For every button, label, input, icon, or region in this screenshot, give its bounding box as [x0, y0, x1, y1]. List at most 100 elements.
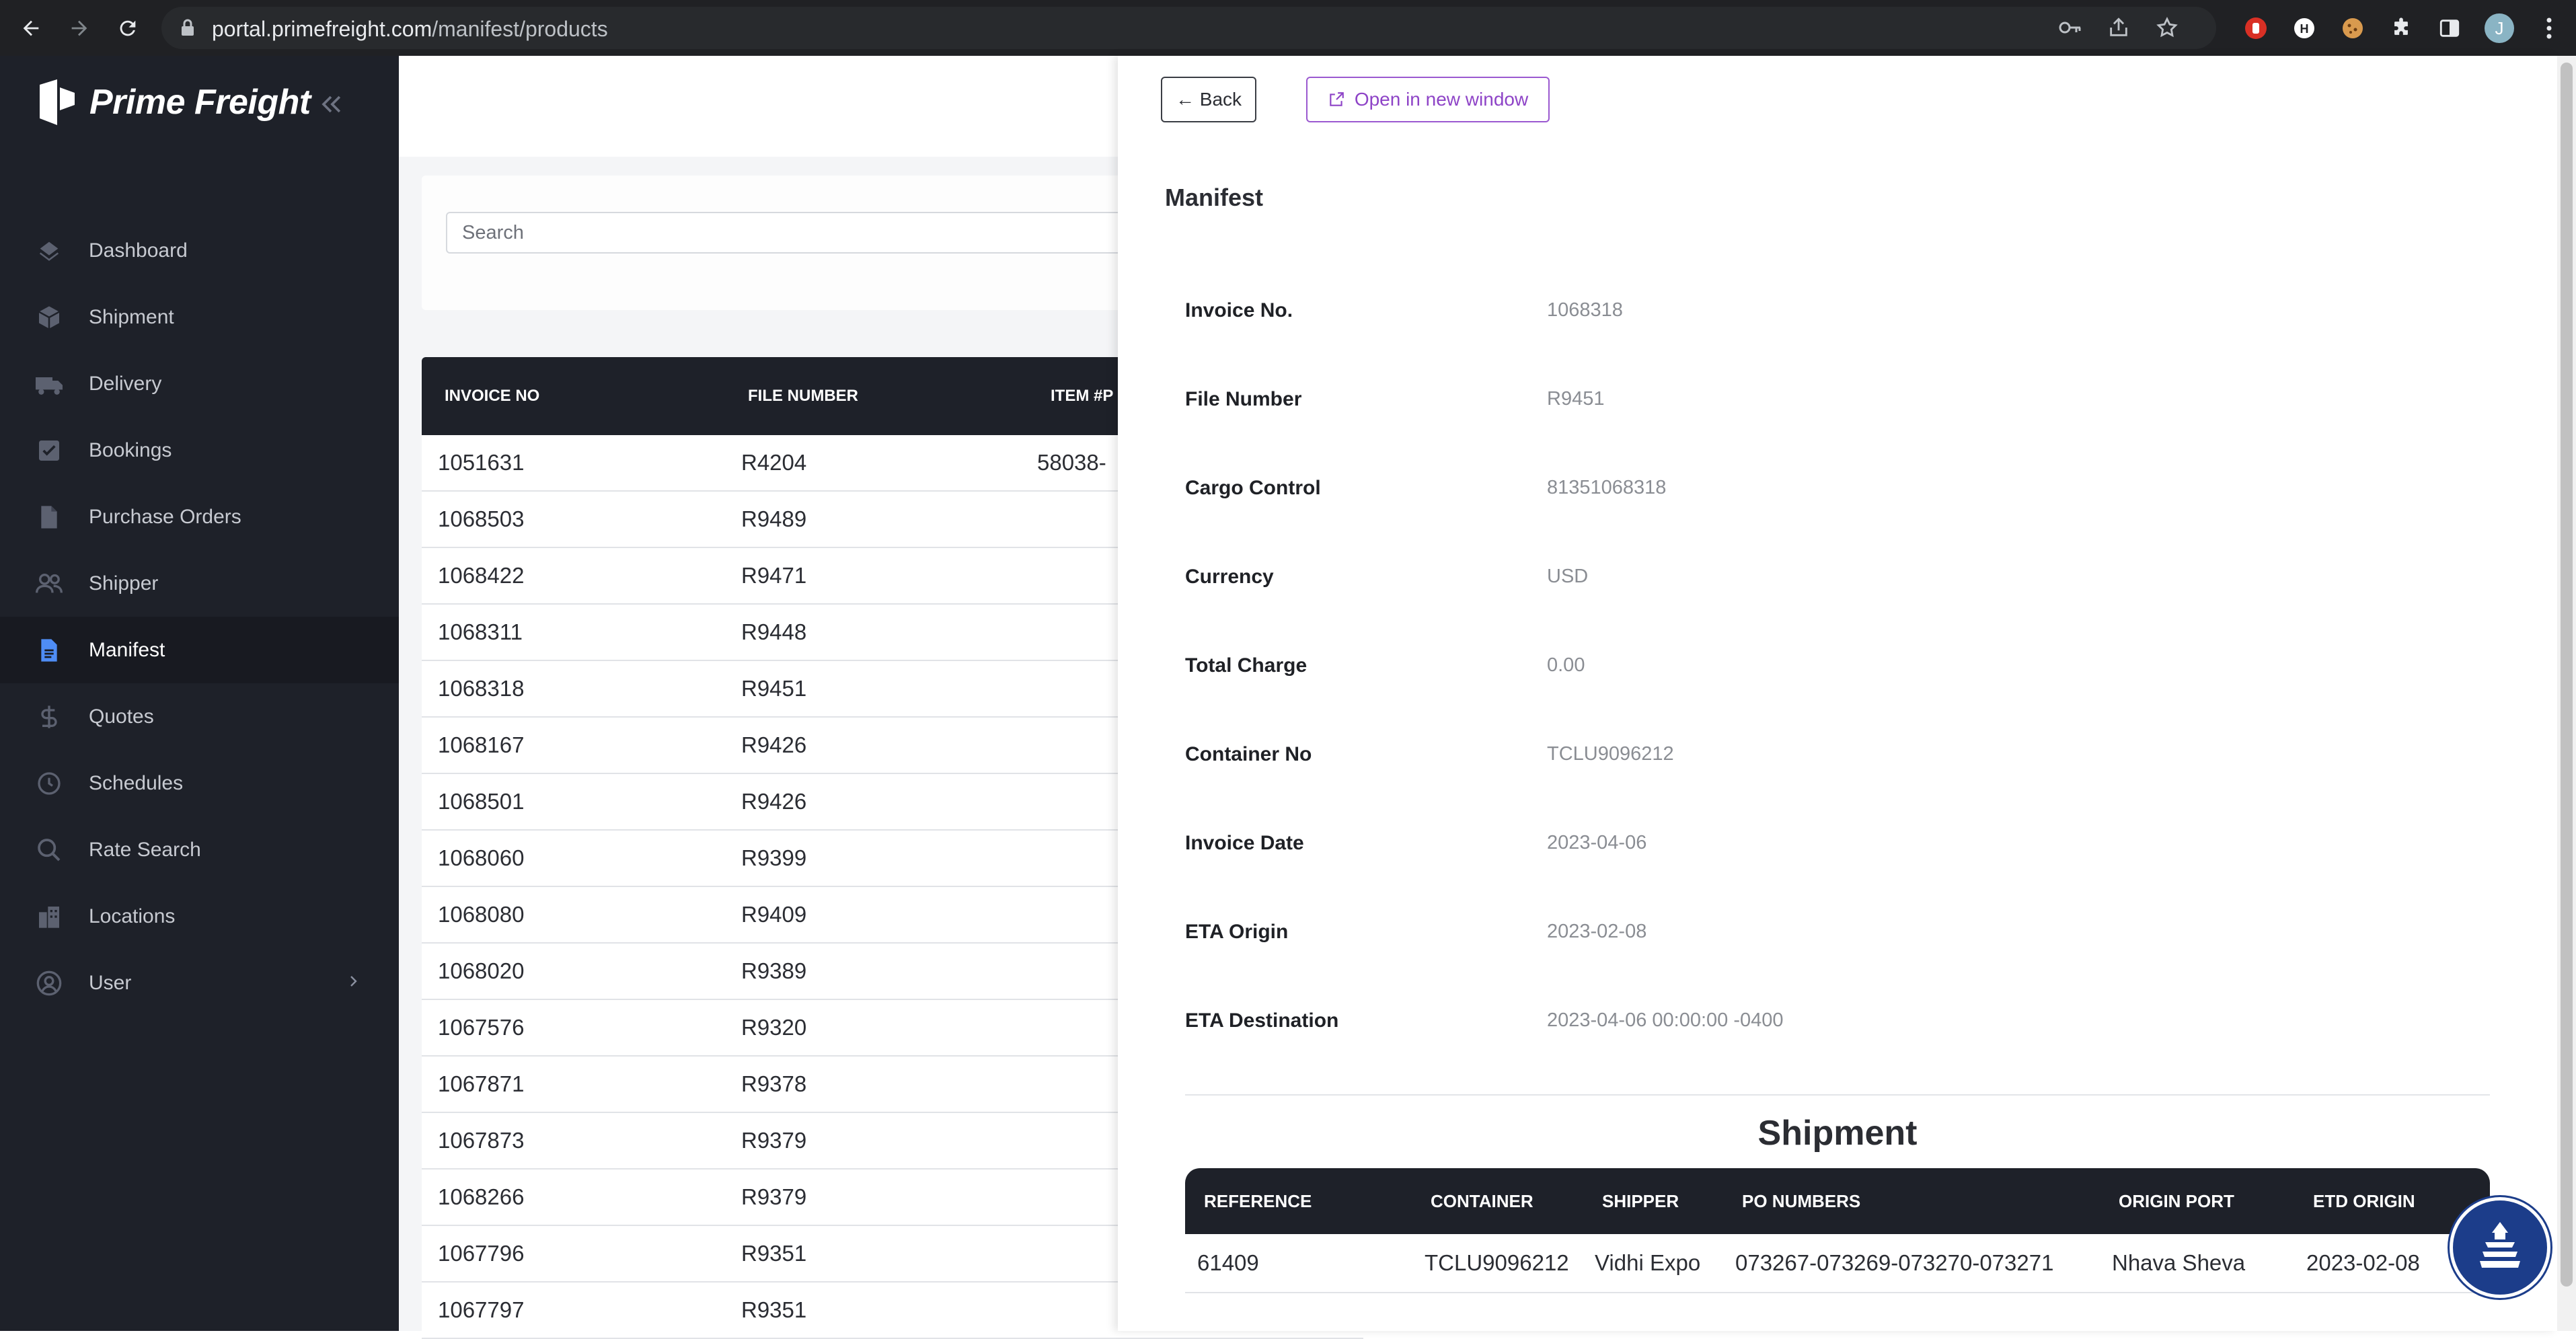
- sidebar-item-shipment[interactable]: Shipment: [0, 284, 399, 350]
- sidebar-item-label: Manifest: [89, 638, 165, 661]
- shipment-table-row[interactable]: 61409 TCLU9096212 Vidhi Expo 073267-0732…: [1185, 1234, 2490, 1293]
- cell-invoice-no: 1068503: [438, 506, 525, 531]
- extension-hand-icon[interactable]: [2238, 11, 2273, 46]
- field-invoice-no: Invoice No. 1068318: [1185, 299, 2463, 388]
- cell-file-number: R9379: [741, 1184, 807, 1209]
- url-text: portal.primefreight.com/manifest/product…: [212, 17, 608, 41]
- key-icon[interactable]: [2059, 17, 2082, 38]
- sidebar-item-locations[interactable]: Locations: [0, 883, 399, 950]
- field-label: Container No: [1185, 743, 1312, 765]
- lighthouse-support-icon: [2480, 1222, 2520, 1268]
- sidebar-item-dashboard[interactable]: Dashboard: [0, 217, 399, 284]
- cell-invoice-no: 1068501: [438, 789, 525, 814]
- search-icon: [34, 835, 65, 866]
- cell-invoice-no: 1068167: [438, 732, 525, 757]
- sidebar-item-label: Locations: [89, 905, 176, 927]
- support-chat-button[interactable]: [2450, 1197, 2550, 1298]
- clock-icon: [34, 768, 65, 799]
- cell-file-number: R9399: [741, 845, 807, 870]
- address-bar[interactable]: portal.primefreight.com/manifest/product…: [161, 7, 2216, 49]
- field-eta-destination: ETA Destination 2023-04-06 00:00:00 -0400: [1185, 1009, 2463, 1098]
- column-header-reference[interactable]: REFERENCE: [1204, 1191, 1312, 1212]
- extensions-puzzle-icon[interactable]: [2384, 11, 2419, 46]
- column-header-origin-port[interactable]: ORIGIN PORT: [2119, 1191, 2234, 1212]
- sidebar-item-schedules[interactable]: Schedules: [0, 750, 399, 816]
- column-header-container[interactable]: CONTAINER: [1431, 1191, 1533, 1212]
- column-header-po-numbers[interactable]: PO NUMBERS: [1742, 1191, 1860, 1212]
- sidebar-item-manifest[interactable]: Manifest: [0, 617, 399, 683]
- field-cargo-control: Cargo Control 81351068318: [1185, 477, 2463, 566]
- sidebar-item-user[interactable]: User: [0, 950, 399, 1016]
- sidebar-item-label: Dashboard: [89, 239, 188, 262]
- sidebar: Prime Freight Dashboard Shipment Deliver…: [0, 56, 399, 1331]
- svg-text:H: H: [2300, 22, 2309, 36]
- field-label: ETA Destination: [1185, 1009, 1339, 1032]
- back-arrow-icon[interactable]: [13, 11, 48, 46]
- cell-invoice-no: 1068020: [438, 958, 525, 983]
- side-panel-icon[interactable]: [2432, 11, 2467, 46]
- brand-name: Prime Freight: [89, 83, 311, 122]
- field-value: 2023-04-06: [1547, 832, 1647, 853]
- column-header-shipper[interactable]: SHIPPER: [1602, 1191, 1679, 1212]
- reload-icon[interactable]: [110, 11, 145, 46]
- sidebar-item-bookings[interactable]: Bookings: [0, 417, 399, 484]
- cell-reference: 61409: [1197, 1250, 1259, 1275]
- shipment-section-title: Shipment: [1757, 1114, 1918, 1153]
- extension-cookie-icon[interactable]: [2335, 11, 2370, 46]
- sidebar-item-purchase-orders[interactable]: Purchase Orders: [0, 484, 399, 550]
- browser-menu-icon[interactable]: [2532, 11, 2567, 46]
- back-button[interactable]: ← Back: [1161, 77, 1256, 122]
- extension-h-icon[interactable]: H: [2287, 11, 2322, 46]
- open-new-window-label: Open in new window: [1354, 89, 1529, 110]
- cell-invoice-no: 1067576: [438, 1015, 525, 1040]
- cell-file-number: R9351: [741, 1241, 807, 1266]
- field-label: ETA Origin: [1185, 921, 1289, 943]
- brand-logo[interactable]: Prime Freight: [37, 78, 311, 126]
- cell-invoice-no: 1068080: [438, 902, 525, 927]
- bookmark-star-icon[interactable]: [2156, 16, 2179, 39]
- cell-invoice-no: 1068318: [438, 676, 525, 701]
- users-icon: [34, 568, 65, 599]
- column-header-item[interactable]: ITEM #P: [1051, 387, 1113, 406]
- sidebar-item-shipper[interactable]: Shipper: [0, 550, 399, 617]
- column-header-file-number[interactable]: FILE NUMBER: [748, 387, 858, 406]
- sidebar-item-label: User: [89, 971, 132, 994]
- profile-avatar[interactable]: J: [2482, 11, 2517, 46]
- field-label: Invoice Date: [1185, 832, 1304, 854]
- sidebar-item-quotes[interactable]: Quotes: [0, 683, 399, 750]
- user-circle-icon: [34, 968, 65, 999]
- cell-origin-port: Nhava Sheva: [2112, 1250, 2246, 1275]
- open-new-window-button[interactable]: Open in new window: [1306, 77, 1550, 122]
- sidebar-item-label: Delivery: [89, 372, 162, 395]
- page-scrollbar[interactable]: [2557, 56, 2576, 1331]
- cell-file-number: R9320: [741, 1015, 807, 1040]
- cell-file-number: R9409: [741, 902, 807, 927]
- column-header-etd-origin[interactable]: ETD ORIGIN: [2313, 1191, 2415, 1212]
- field-container-no: Container No TCLU9096212: [1185, 743, 2463, 832]
- column-header-invoice-no[interactable]: INVOICE NO: [445, 387, 539, 406]
- share-icon[interactable]: [2107, 16, 2130, 39]
- manifest-fields: Invoice No. 1068318 File Number R9451 Carg…: [1185, 299, 2463, 1098]
- scrollbar-thumb[interactable]: [2561, 63, 2573, 1287]
- sidebar-item-label: Schedules: [89, 771, 184, 794]
- field-file-number: File Number R9451: [1185, 388, 2463, 477]
- shipment-table: REFERENCE CONTAINER SHIPPER PO NUMBERS O…: [1185, 1168, 2490, 1293]
- field-total-charge: Total Charge 0.00: [1185, 654, 2463, 743]
- section-divider: [1185, 1094, 2490, 1096]
- cell-item: 58038-: [1037, 450, 1106, 475]
- drawer-title: Manifest: [1165, 184, 1264, 211]
- field-value: 2023-04-06 00:00:00 -0400: [1547, 1009, 1784, 1031]
- cell-invoice-no: 1068422: [438, 563, 525, 588]
- field-value: 1068318: [1547, 299, 1623, 321]
- forward-arrow-icon[interactable]: [62, 11, 97, 46]
- cell-po-numbers: 073267-073269-073270-073271: [1735, 1250, 2054, 1275]
- sidebar-item-delivery[interactable]: Delivery: [0, 350, 399, 417]
- sidebar-item-rate-search[interactable]: Rate Search: [0, 816, 399, 883]
- dollar-icon: [34, 701, 65, 732]
- cell-invoice-no: 1067871: [438, 1071, 525, 1096]
- cell-shipper: Vidhi Expo: [1595, 1250, 1701, 1275]
- cell-invoice-no: 1067797: [438, 1297, 525, 1322]
- cell-file-number: R9379: [741, 1128, 807, 1153]
- collapse-sidebar-icon[interactable]: [316, 89, 346, 122]
- avatar-letter: J: [2495, 17, 2504, 38]
